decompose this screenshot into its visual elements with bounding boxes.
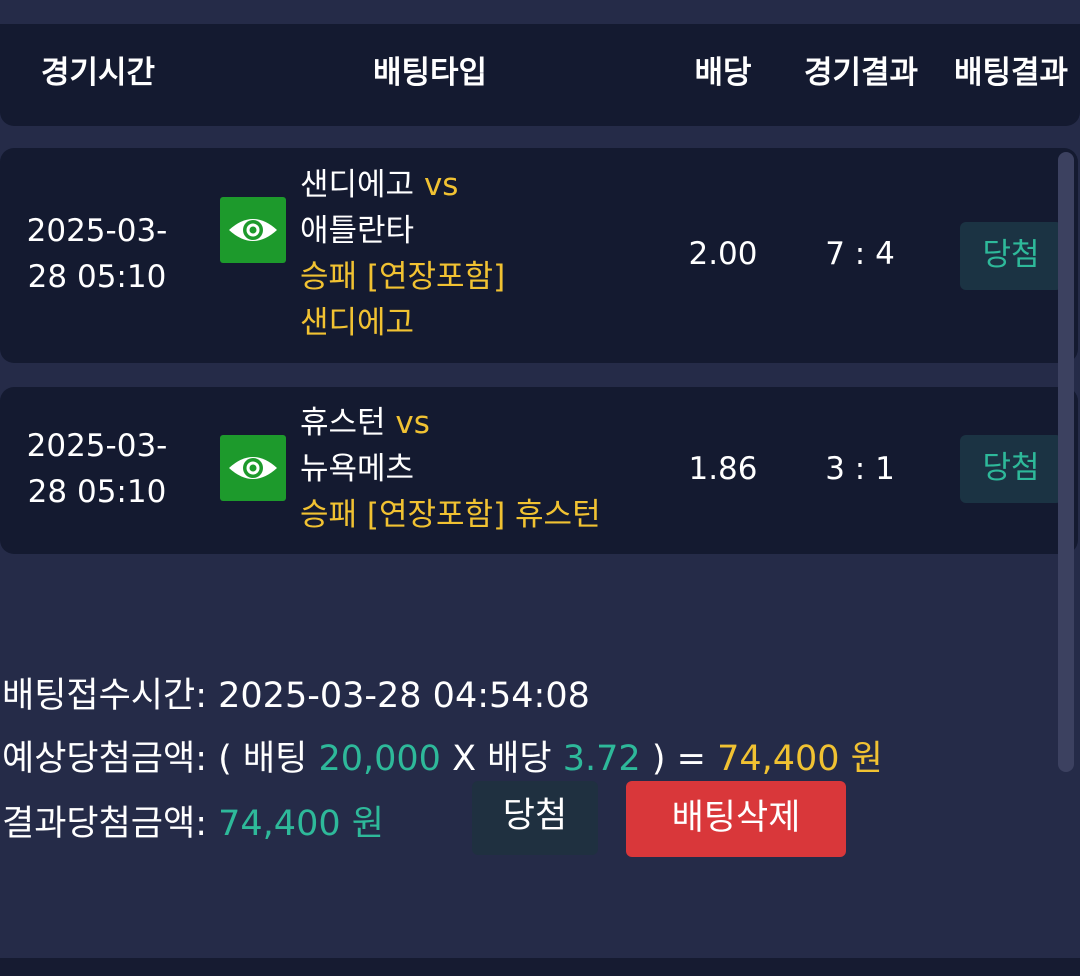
- received-value: 2025-03-28 04:54:08: [218, 676, 590, 716]
- vs-label: vs: [423, 167, 459, 203]
- bet-type: 승패 [연장포함]: [300, 259, 506, 295]
- total-odds: 3.72: [562, 739, 641, 779]
- match-datetime: 2025-03- 28 05:10: [12, 208, 182, 300]
- won-status-button[interactable]: 당첨: [472, 781, 598, 855]
- times-odds-label: X 배당: [452, 739, 552, 779]
- header-bet-result: 배팅결과: [953, 55, 1069, 91]
- odds-value: 2.00: [688, 236, 758, 272]
- view-match-button[interactable]: [220, 435, 286, 501]
- table-row: 2025-03- 28 05:10 휴스턴 vs 뉴욕메츠 승패 [연장포함] …: [0, 387, 1078, 554]
- match-score: 7 : 4: [825, 236, 895, 272]
- expected-winnings: 예상당첨금액: ( 배팅 20,000 X 배당 3.72 ) = 74,400…: [2, 730, 883, 781]
- bet-pick: 휴스턴: [515, 497, 601, 533]
- vs-label: vs: [395, 405, 430, 441]
- eye-icon: [229, 457, 277, 479]
- bet-type-pick: 승패 [연장포함] 휴스턴: [300, 492, 601, 538]
- bet-result-badge: 당첨: [960, 222, 1062, 290]
- bottom-strip: [0, 958, 1080, 976]
- received-label: 배팅접수시간:: [2, 676, 207, 716]
- header-match-time: 경기시간: [40, 55, 156, 91]
- result-label: 결과당첨금액:: [2, 804, 207, 844]
- bet-amount: 20,000: [318, 739, 441, 779]
- result-amount: 74,400 원: [218, 804, 384, 844]
- bet-pick: 샌디에고: [300, 305, 415, 341]
- delete-bet-button[interactable]: 배팅삭제: [626, 781, 846, 857]
- match-time: 28 05:10: [27, 259, 167, 295]
- expected-label: 예상당첨금액:: [2, 739, 207, 779]
- header-bet-type: 배팅타입: [372, 55, 488, 91]
- match-date: 2025-03-: [26, 213, 168, 249]
- match-score: 3 : 1: [825, 451, 895, 487]
- expected-open: ( 배팅: [218, 739, 308, 779]
- matchup: 휴스턴 vs: [300, 400, 601, 446]
- expected-amount: 74,400 원: [717, 739, 883, 779]
- match-date: 2025-03-: [26, 428, 168, 464]
- bet-result-badge: 당첨: [960, 435, 1062, 503]
- odds-value: 1.86: [688, 451, 758, 487]
- bet-details: 휴스턴 vs 뉴욕메츠 승패 [연장포함] 휴스턴: [300, 400, 601, 538]
- match-time: 28 05:10: [27, 474, 167, 510]
- result-winnings: 결과당첨금액: 74,400 원: [2, 795, 384, 846]
- header-odds: 배당: [694, 55, 752, 91]
- eye-icon: [229, 219, 277, 241]
- home-team: 샌디에고: [300, 167, 415, 203]
- away-team: 뉴욕메츠: [300, 451, 415, 487]
- header-match-result: 경기결과: [803, 55, 919, 91]
- top-strip: [0, 0, 1080, 24]
- expected-close: ) =: [651, 739, 706, 779]
- away-team: 애틀란타: [300, 213, 415, 249]
- scrollbar[interactable]: [1058, 152, 1074, 772]
- matchup: 샌디에고 vs: [300, 162, 505, 208]
- table-row: 2025-03- 28 05:10 샌디에고 vs 애틀란타 승패 [연장포함]…: [0, 148, 1078, 363]
- bet-received-time: 배팅접수시간: 2025-03-28 04:54:08: [2, 667, 590, 718]
- bet-details: 샌디에고 vs 애틀란타 승패 [연장포함] 샌디에고: [300, 162, 505, 346]
- view-match-button[interactable]: [220, 197, 286, 263]
- match-datetime: 2025-03- 28 05:10: [12, 423, 182, 515]
- table-header: 경기시간 배팅타입 배당 경기결과 배팅결과: [0, 24, 1080, 126]
- home-team: 휴스턴: [300, 405, 386, 441]
- bet-type: 승패 [연장포함]: [300, 497, 506, 533]
